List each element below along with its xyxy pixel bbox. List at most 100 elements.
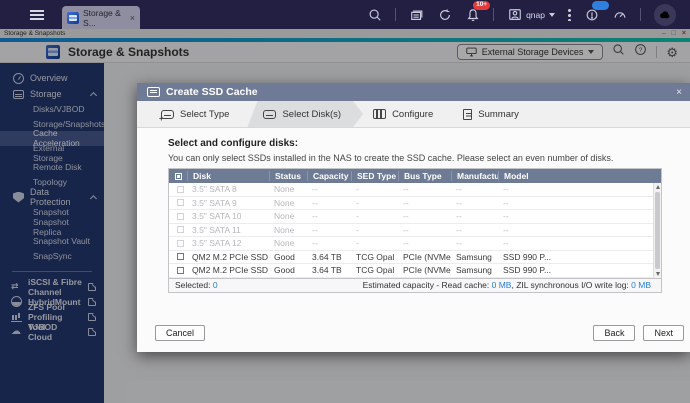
- next-button[interactable]: Next: [643, 325, 684, 341]
- ssd-icon: [147, 87, 160, 97]
- cell-status: None: [269, 238, 307, 248]
- step-select-type: Select Type: [151, 101, 247, 127]
- user-menu[interactable]: qnap: [507, 7, 555, 22]
- dialog-close-icon[interactable]: ×: [676, 87, 682, 98]
- summary-icon: [463, 109, 472, 120]
- selected-count: 0: [213, 280, 218, 290]
- back-button[interactable]: Back: [593, 325, 635, 341]
- create-ssd-cache-dialog: Create SSD Cache × Select Type Select Di…: [137, 83, 690, 352]
- app-tab-storage-snapshots[interactable]: Storage & S... ×: [62, 6, 140, 29]
- row-checkbox: [177, 240, 184, 247]
- dialog-title: Create SSD Cache: [166, 86, 258, 98]
- notifications-bell-icon[interactable]: 10+: [465, 7, 480, 22]
- cell-status: Good: [269, 252, 307, 262]
- topbar-icons: 10+ qnap 10+: [367, 4, 690, 26]
- cell-manufacturer: --: [451, 184, 498, 194]
- cell-manufacturer: --: [451, 211, 498, 221]
- table-row[interactable]: QM2 M.2 PCIe SSD 3-1 Good 3.64 TB TCG Op…: [169, 251, 661, 265]
- notice-board-icon[interactable]: [409, 7, 424, 22]
- configure-icon: [373, 109, 386, 119]
- cell-sed-type: -: [351, 184, 398, 194]
- disk-icon: [263, 110, 276, 119]
- cell-sed-type: TCG Opal: [351, 252, 398, 262]
- user-avatar-icon: [507, 7, 522, 22]
- search-icon[interactable]: [367, 7, 382, 22]
- dialog-buttons: Cancel Back Next: [155, 325, 684, 341]
- estimated-capacity: Estimated capacity - Read cache: 0 MB, Z…: [363, 280, 651, 290]
- disk-table-footer: Selected: 0 Estimated capacity - Read ca…: [169, 278, 661, 292]
- sync-security-icon[interactable]: [437, 7, 452, 22]
- cell-disk: QM2 M.2 PCIe SSD 3-1: [187, 252, 269, 262]
- column-header-status[interactable]: Status: [269, 171, 307, 181]
- cell-status: None: [269, 211, 307, 221]
- column-header-sed-type[interactable]: SED Type: [351, 171, 398, 181]
- column-header-bus-type[interactable]: Bus Type: [398, 171, 451, 181]
- row-checkbox: [177, 199, 184, 206]
- table-row[interactable]: QM2 M.2 PCIe SSD 3-2 Good 3.64 TB TCG Op…: [169, 264, 661, 278]
- column-header-model[interactable]: Model: [498, 171, 661, 181]
- select-all-checkbox[interactable]: [175, 173, 182, 180]
- topbar-divider: [640, 8, 641, 21]
- step-configure: Configure: [363, 101, 451, 127]
- step-label: Select Type: [180, 109, 229, 120]
- cell-capacity: --: [307, 198, 351, 208]
- scroll-up-icon[interactable]: [654, 183, 661, 191]
- scroll-down-icon[interactable]: [654, 270, 661, 278]
- table-row: 3.5" SATA 12 None -- - -- -- --: [169, 237, 661, 251]
- topbar-divider: [493, 8, 494, 21]
- cell-sed-type: -: [351, 225, 398, 235]
- scrollbar-thumb[interactable]: [655, 192, 660, 269]
- cell-bus-type: PCIe (NVMe): [398, 265, 451, 275]
- main-menu-icon[interactable]: [30, 10, 44, 20]
- cell-model: --: [498, 238, 661, 248]
- cell-manufacturer: Samsung: [451, 252, 498, 262]
- row-checkbox: [177, 213, 184, 220]
- resource-monitor-icon[interactable]: [612, 7, 627, 22]
- table-row: 3.5" SATA 10 None -- - -- -- --: [169, 210, 661, 224]
- step-summary: Summary: [451, 101, 537, 127]
- disk-add-icon: [161, 110, 174, 119]
- cell-status: None: [269, 198, 307, 208]
- row-checkbox[interactable]: [177, 267, 184, 274]
- task-badge: 10+: [592, 1, 609, 10]
- cell-sed-type: TCG Opal: [351, 265, 398, 275]
- disk-table-body: 3.5" SATA 8 None -- - -- -- -- 3.5" SATA…: [169, 183, 661, 278]
- cell-model: --: [498, 211, 661, 221]
- step-select-disks: Select Disk(s): [247, 101, 363, 127]
- cell-status: None: [269, 225, 307, 235]
- column-header-capacity[interactable]: Capacity: [307, 171, 351, 181]
- row-checkbox: [177, 226, 184, 233]
- storage-app-icon: [67, 12, 79, 24]
- background-tasks-icon[interactable]: 10+: [584, 7, 599, 22]
- selected-label: Selected:: [175, 280, 210, 290]
- column-header-manufacturer[interactable]: Manufactur..: [451, 171, 498, 181]
- table-scrollbar[interactable]: [653, 183, 661, 278]
- table-row: 3.5" SATA 8 None -- - -- -- --: [169, 183, 661, 197]
- tab-close-icon[interactable]: ×: [130, 13, 135, 23]
- column-header-disk[interactable]: Disk: [187, 171, 269, 181]
- write-log-value: 0 MB: [631, 280, 651, 290]
- cancel-button[interactable]: Cancel: [155, 325, 205, 341]
- cell-capacity: --: [307, 225, 351, 235]
- topbar-divider: [395, 8, 396, 21]
- cell-capacity: --: [307, 184, 351, 194]
- myqnapcloud-icon[interactable]: [654, 4, 676, 26]
- cell-model: --: [498, 184, 661, 194]
- notification-badge: 10+: [473, 1, 490, 10]
- cell-sed-type: -: [351, 198, 398, 208]
- disk-table-header: Disk Status Capacity SED Type Bus Type M…: [169, 169, 661, 183]
- more-options-icon[interactable]: [568, 8, 571, 21]
- table-row: 3.5" SATA 11 None -- - -- -- --: [169, 224, 661, 238]
- row-checkbox[interactable]: [177, 253, 184, 260]
- cell-bus-type: --: [398, 238, 451, 248]
- app-tab-label: Storage & S...: [83, 8, 124, 28]
- cell-manufacturer: Samsung: [451, 265, 498, 275]
- step-label: Configure: [392, 109, 433, 120]
- cell-bus-type: --: [398, 184, 451, 194]
- cell-model: SSD 990 P...: [498, 252, 661, 262]
- cell-bus-type: --: [398, 198, 451, 208]
- cell-disk: 3.5" SATA 10: [187, 211, 269, 221]
- cell-manufacturer: --: [451, 238, 498, 248]
- section-heading: Select and configure disks:: [168, 138, 690, 149]
- cell-disk: 3.5" SATA 8: [187, 184, 269, 194]
